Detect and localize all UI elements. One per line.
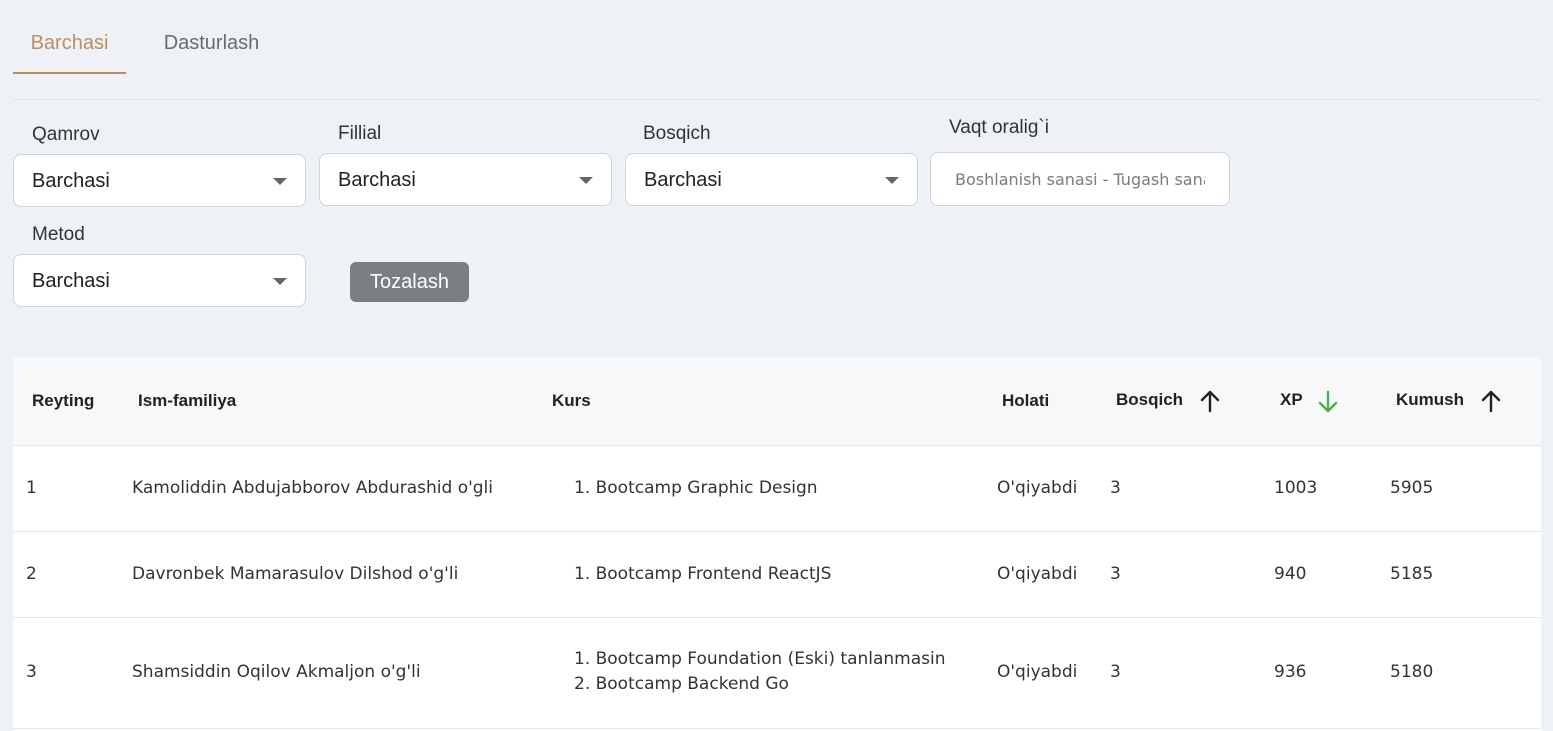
qamrov-value: Barchasi <box>32 170 110 192</box>
row-silver: 5185 <box>1390 564 1434 584</box>
header-kurs: Kurs <box>552 391 591 410</box>
header-kumush[interactable]: Kumush <box>1396 390 1464 410</box>
row-courses: 1. Bootcamp Graphic Design <box>574 476 818 501</box>
metod-select[interactable]: Barchasi <box>13 254 306 307</box>
row-xp: 940 <box>1274 564 1307 584</box>
tab-label: Dasturlash <box>163 32 260 54</box>
table-header: Reyting Ism-familiya Kurs Holati Bosqich… <box>13 357 1541 446</box>
row-xp: 1003 <box>1274 478 1318 498</box>
row-rank: 1 <box>26 478 37 498</box>
metod-value: Barchasi <box>32 270 110 292</box>
table-row[interactable]: 2 Davronbek Mamarasulov Dilshod o'g'li 1… <box>13 532 1541 618</box>
arrow-down-icon[interactable] <box>1317 390 1339 414</box>
row-silver: 5905 <box>1390 478 1434 498</box>
row-stage: 3 <box>1110 662 1121 682</box>
qamrov-select[interactable]: Barchasi <box>13 154 306 207</box>
course-item: 1. Bootcamp Frontend ReactJS <box>574 564 832 584</box>
fillial-select[interactable]: Barchasi <box>319 153 612 206</box>
bosqich-label: Bosqich <box>643 123 711 144</box>
row-name: Kamoliddin Abdujabborov Abdurashid o'gli <box>132 478 494 498</box>
row-rank: 2 <box>26 564 37 584</box>
header-holati: Holati <box>1002 391 1050 410</box>
row-courses: 1. Bootcamp Frontend ReactJS <box>574 562 831 587</box>
tab-label: Barchasi <box>30 32 109 54</box>
row-stage: 3 <box>1110 478 1121 498</box>
caret-down-icon <box>579 177 593 184</box>
caret-down-icon <box>273 178 287 185</box>
row-xp: 936 <box>1274 662 1307 682</box>
row-silver: 5180 <box>1390 662 1434 682</box>
rating-table: Reyting Ism-familiya Kurs Holati Bosqich… <box>13 357 1541 731</box>
row-name: Shamsiddin Oqilov Akmaljon o'g'li <box>132 662 421 682</box>
row-stage: 3 <box>1110 564 1121 584</box>
row-courses: 1. Bootcamp Foundation (Eski) tanlanmasi… <box>574 647 946 697</box>
table-row[interactable]: 1 Kamoliddin Abdujabborov Abdurashid o'g… <box>13 446 1541 532</box>
arrow-up-icon[interactable] <box>1199 389 1221 413</box>
course-item: 1. Bootcamp Foundation (Eski) tanlanmasi… <box>574 649 946 669</box>
bosqich-select[interactable]: Barchasi <box>625 153 918 206</box>
course-item: 1. Bootcamp Graphic Design <box>574 478 818 498</box>
table-row[interactable]: 3 Shamsiddin Oqilov Akmaljon o'g'li 1. B… <box>13 618 1541 729</box>
qamrov-label: Qamrov <box>32 124 100 145</box>
header-ism: Ism-familiya <box>138 391 237 410</box>
bosqich-value: Barchasi <box>644 169 722 191</box>
header-reyting: Reyting <box>32 391 95 410</box>
row-status: O'qiyabdi <box>997 662 1078 682</box>
tab-dasturlash[interactable]: Dasturlash <box>151 32 272 74</box>
header-xp[interactable]: XP <box>1280 390 1303 410</box>
fillial-label: Fillial <box>338 123 382 144</box>
tab-barchasi[interactable]: Barchasi <box>13 32 126 74</box>
course-item: 2. Bootcamp Backend Go <box>574 674 789 694</box>
metod-label: Metod <box>32 224 85 245</box>
row-status: O'qiyabdi <box>997 564 1078 584</box>
row-rank: 3 <box>26 662 37 682</box>
fillial-value: Barchasi <box>338 169 416 191</box>
caret-down-icon <box>273 278 287 285</box>
clear-button[interactable]: Tozalash <box>350 262 469 302</box>
row-name: Davronbek Mamarasulov Dilshod o'g'li <box>132 564 459 584</box>
header-bosqich[interactable]: Bosqich <box>1116 390 1183 410</box>
tab-bar: Barchasi Dasturlash <box>13 0 1541 100</box>
arrow-up-icon[interactable] <box>1480 389 1502 413</box>
row-status: O'qiyabdi <box>997 478 1078 498</box>
vaqt-label: Vaqt oralig`i <box>949 117 1049 138</box>
caret-down-icon <box>885 177 899 184</box>
date-range-input[interactable] <box>930 152 1230 206</box>
